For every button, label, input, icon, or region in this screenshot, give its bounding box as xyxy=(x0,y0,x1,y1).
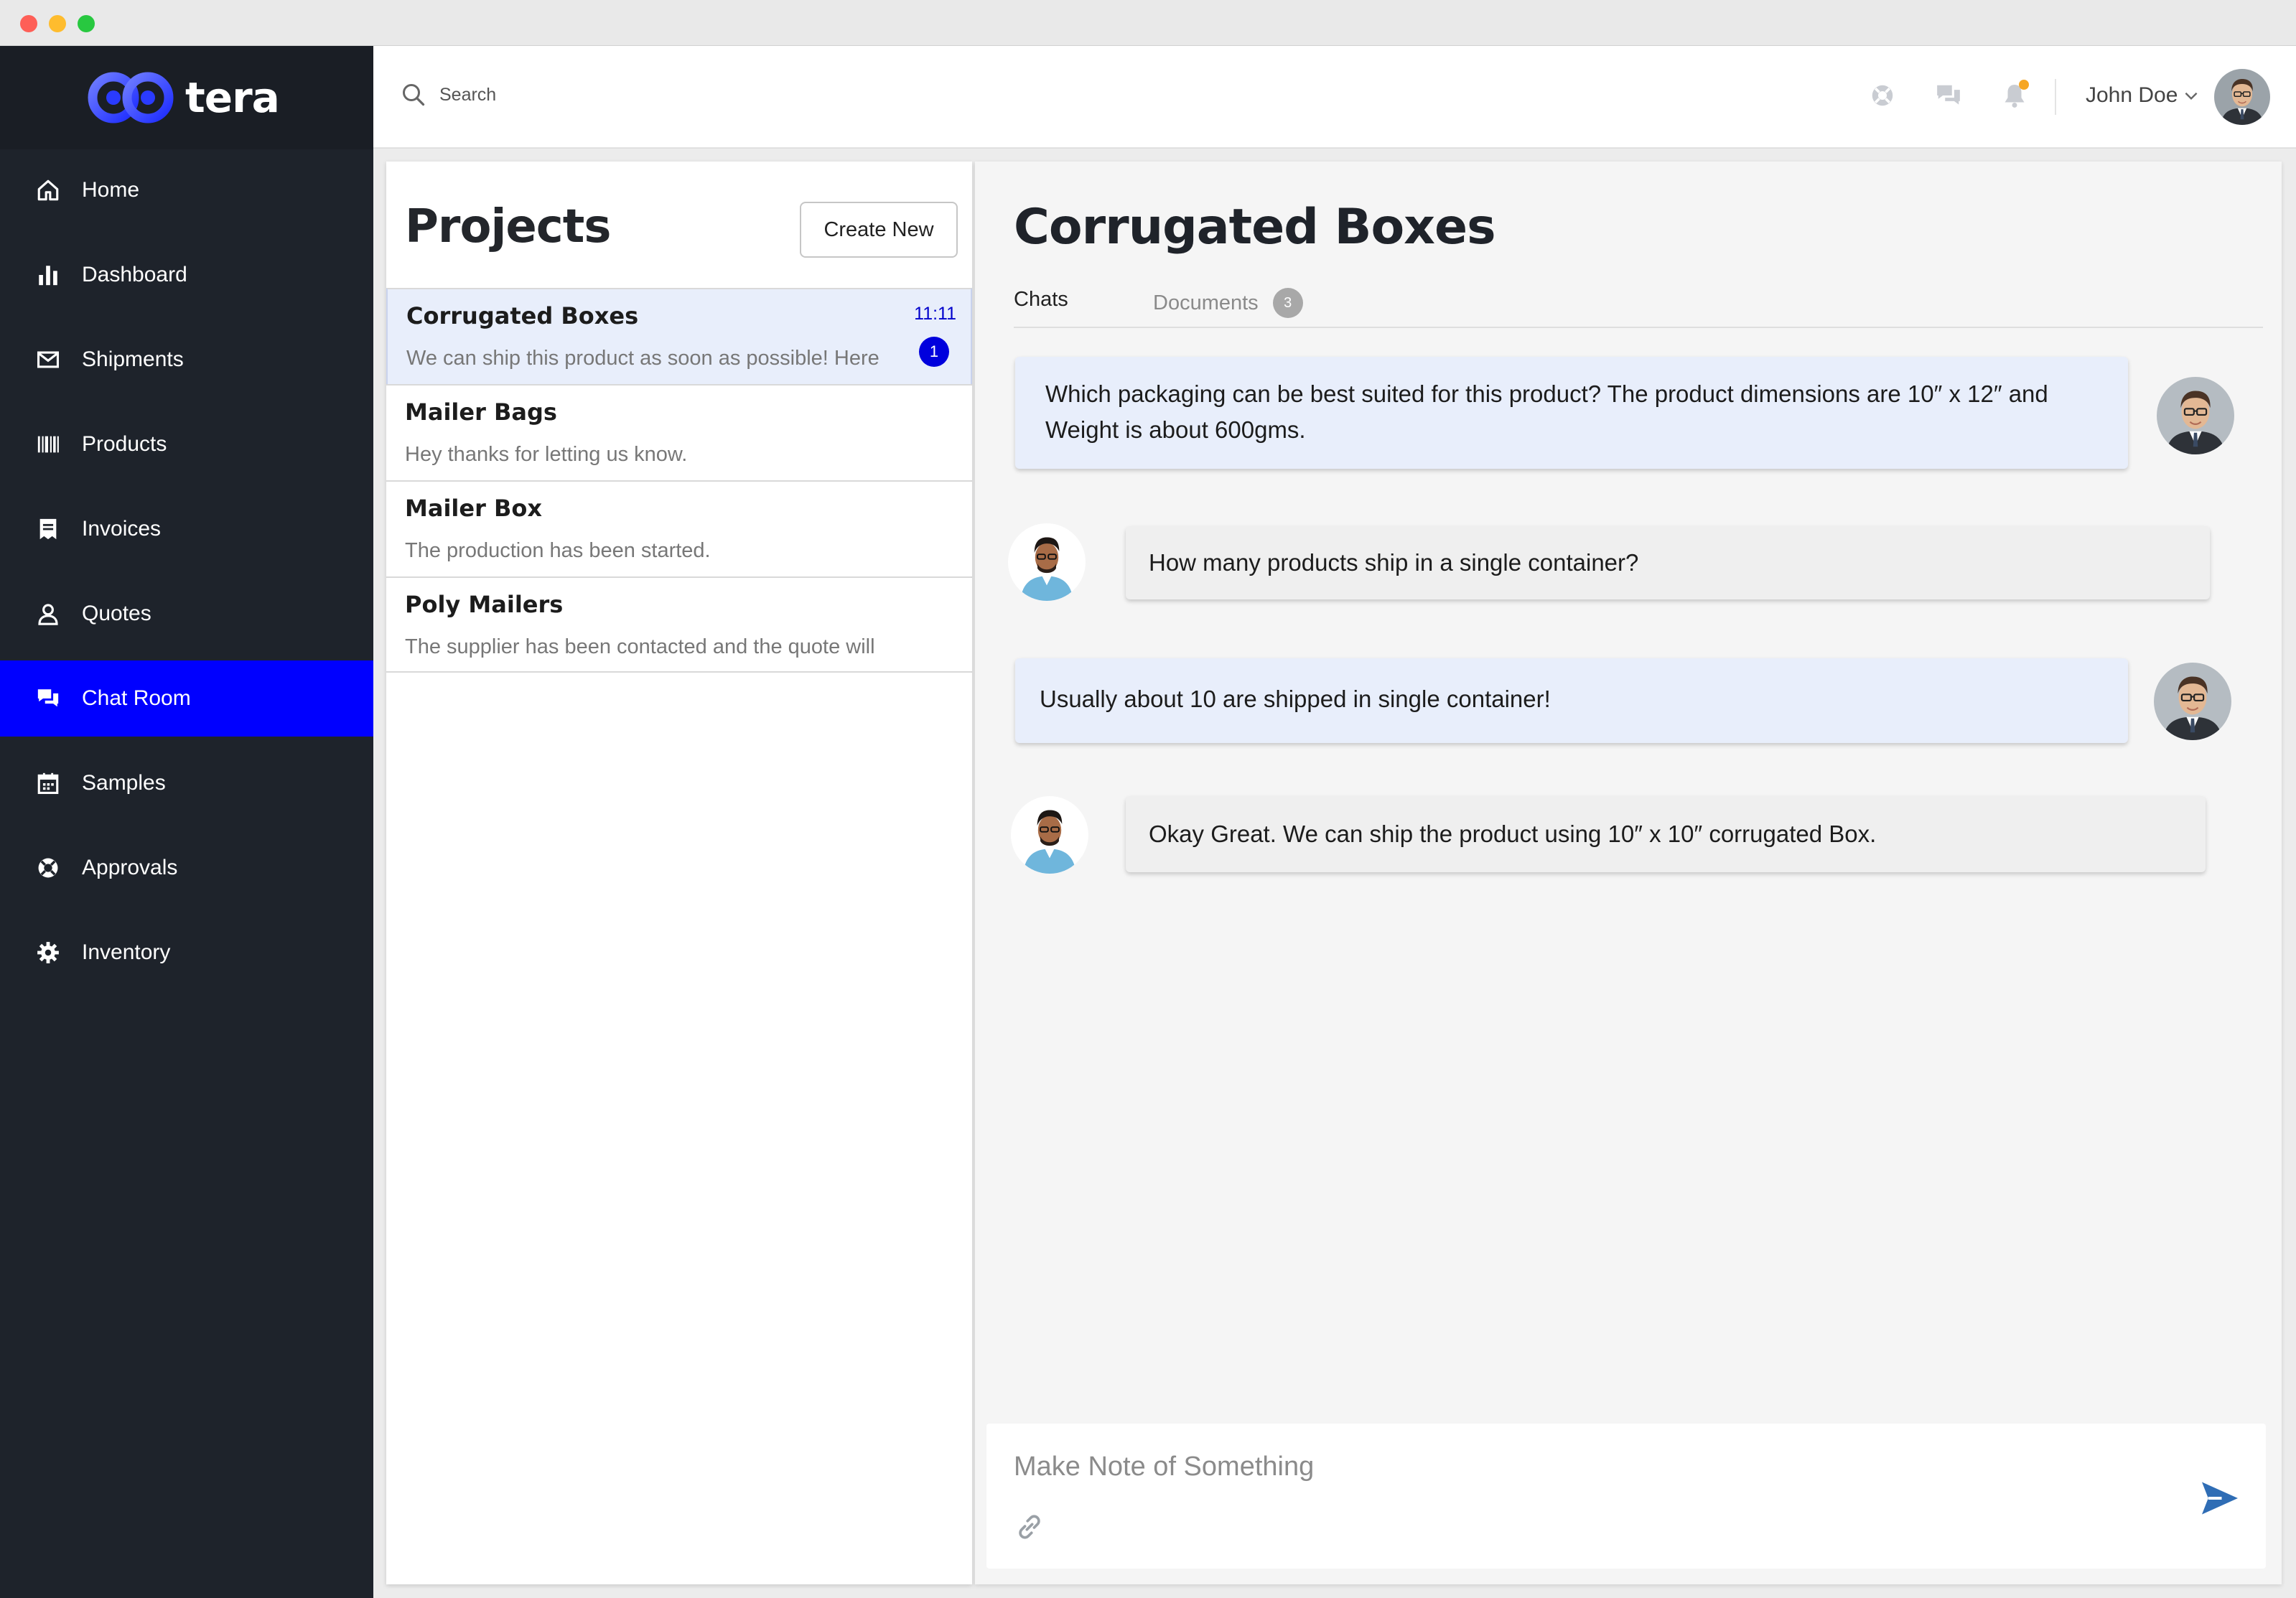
sidebar-item-label: Quotes xyxy=(82,602,151,625)
project-item-mailer-box[interactable]: Mailer Box The production has been start… xyxy=(386,480,972,576)
sidebar-item-label: Invoices xyxy=(82,517,162,541)
tera-logo-icon xyxy=(88,72,174,123)
sidebar-item-label: Inventory xyxy=(82,940,171,964)
message-bubble-outgoing: Which packaging can be best suited for t… xyxy=(1015,357,2128,469)
chevron-down-icon xyxy=(2185,92,2198,101)
maximize-window-button[interactable] xyxy=(78,15,95,32)
close-window-button[interactable] xyxy=(20,15,37,32)
search-icon xyxy=(403,84,425,106)
project-item-poly-mailers[interactable]: Poly Mailers The supplier has been conta… xyxy=(386,576,972,673)
projects-title: Projects xyxy=(405,200,611,253)
minimize-window-button[interactable] xyxy=(49,15,66,32)
message-bubble-incoming: Okay Great. We can ship the product usin… xyxy=(1126,796,2206,872)
project-name: Corrugated Boxes xyxy=(406,302,639,330)
project-item-mailer-bags[interactable]: Mailer Bags Hey thanks for letting us kn… xyxy=(386,384,972,480)
sidebar-item-inventory[interactable]: Inventory xyxy=(0,915,373,991)
home-icon xyxy=(34,177,62,204)
tab-documents-label: Documents xyxy=(1153,291,1259,314)
sidebar-item-invoices[interactable]: Invoices xyxy=(0,491,373,567)
notification-dot xyxy=(2019,80,2029,90)
sidebar-item-quotes[interactable]: Quotes xyxy=(0,576,373,652)
chat-panel: Corrugated Boxes Chats Documents 3 Which… xyxy=(975,162,2282,1584)
avatar[interactable] xyxy=(2214,69,2270,125)
messages-button[interactable] xyxy=(1933,80,1964,111)
sidebar-item-approvals[interactable]: Approvals xyxy=(0,830,373,906)
message-composer xyxy=(986,1424,2266,1569)
message-bubble-incoming: How many products ship in a single conta… xyxy=(1126,526,2210,599)
send-icon[interactable] xyxy=(2198,1477,2241,1520)
message-bubble-outgoing: Usually about 10 are shipped in single c… xyxy=(1015,658,2128,743)
sidebar-item-label: Shipments xyxy=(82,347,184,371)
top-bar: John Doe xyxy=(373,46,2296,148)
envelope-icon xyxy=(34,346,62,373)
sidebar-item-chat-room[interactable]: Chat Room xyxy=(0,660,373,737)
project-name: Mailer Bags xyxy=(405,398,557,426)
tab-documents[interactable]: Documents 3 xyxy=(1153,288,1303,318)
barcode-icon xyxy=(34,431,62,458)
sidebar-item-products[interactable]: Products xyxy=(0,406,373,482)
message-text: How many products ship in a single conta… xyxy=(1149,549,1639,576)
avatar xyxy=(2154,663,2231,740)
avatar xyxy=(1011,796,1088,874)
sidebar-item-home[interactable]: Home xyxy=(0,152,373,228)
sidebar-item-dashboard[interactable]: Dashboard xyxy=(0,237,373,313)
user-name: John Doe xyxy=(2086,83,2178,107)
invoice-icon xyxy=(34,515,62,543)
search-box[interactable] xyxy=(401,82,870,108)
note-input[interactable] xyxy=(1014,1445,2091,1488)
chat-tabs: Chats Documents 3 xyxy=(1014,284,2263,328)
paperclip-icon[interactable] xyxy=(1014,1511,1045,1543)
tab-chats[interactable]: Chats xyxy=(1014,288,1068,312)
projects-panel: Projects Create New Corrugated Boxes We … xyxy=(386,162,972,1584)
chat-icon xyxy=(34,685,62,712)
project-preview: The supplier has been contacted and the … xyxy=(405,635,875,658)
avatar xyxy=(1008,523,1086,601)
sidebar: tera Home Dashboard Shipments Products I… xyxy=(0,46,373,1598)
user-menu[interactable]: John Doe xyxy=(2086,83,2201,108)
project-preview: We can ship this product as soon as poss… xyxy=(406,347,879,370)
message-text: Which packaging can be best suited for t… xyxy=(1045,380,2048,443)
project-name: Mailer Box xyxy=(405,495,543,522)
window-titlebar xyxy=(0,0,2296,46)
user-icon xyxy=(34,600,62,627)
sidebar-item-label: Products xyxy=(82,432,167,456)
search-input[interactable] xyxy=(439,84,870,106)
project-time: 11:11 xyxy=(914,304,956,324)
sidebar-item-shipments[interactable]: Shipments xyxy=(0,322,373,398)
project-item-corrugated-boxes[interactable]: Corrugated Boxes We can ship this produc… xyxy=(386,288,972,384)
lifebuoy-icon xyxy=(1872,85,1893,106)
sidebar-item-label: Samples xyxy=(82,771,166,795)
gear-icon xyxy=(34,939,62,966)
brand-name: tera xyxy=(185,73,280,122)
message-text: Okay Great. We can ship the product usin… xyxy=(1149,821,1877,847)
documents-count-badge: 3 xyxy=(1272,288,1303,318)
sidebar-item-samples[interactable]: Samples xyxy=(0,745,373,821)
project-list: Corrugated Boxes We can ship this produc… xyxy=(386,288,972,673)
sidebar-item-label: Home xyxy=(82,178,140,202)
chat-icon xyxy=(1937,85,1960,105)
unread-badge: 1 xyxy=(919,337,949,367)
support-button[interactable] xyxy=(1867,80,1898,111)
brand[interactable]: tera xyxy=(0,46,373,149)
calendar-icon xyxy=(34,770,62,797)
sidebar-item-label: Dashboard xyxy=(82,263,187,286)
project-preview: The production has been started. xyxy=(405,539,711,562)
project-name: Poly Mailers xyxy=(405,591,564,618)
notifications-button[interactable] xyxy=(1999,80,2030,111)
lifebuoy-icon xyxy=(34,854,62,882)
avatar xyxy=(2157,377,2234,454)
sidebar-item-label: Chat Room xyxy=(82,686,191,710)
project-preview: Hey thanks for letting us know. xyxy=(405,443,688,466)
sidebar-item-label: Approvals xyxy=(82,856,178,879)
chat-title: Corrugated Boxes xyxy=(1014,199,1496,256)
bar-chart-icon xyxy=(34,261,62,289)
message-text: Usually about 10 are shipped in single c… xyxy=(1040,686,1551,712)
divider xyxy=(2055,79,2056,115)
create-new-button[interactable]: Create New xyxy=(800,202,958,258)
